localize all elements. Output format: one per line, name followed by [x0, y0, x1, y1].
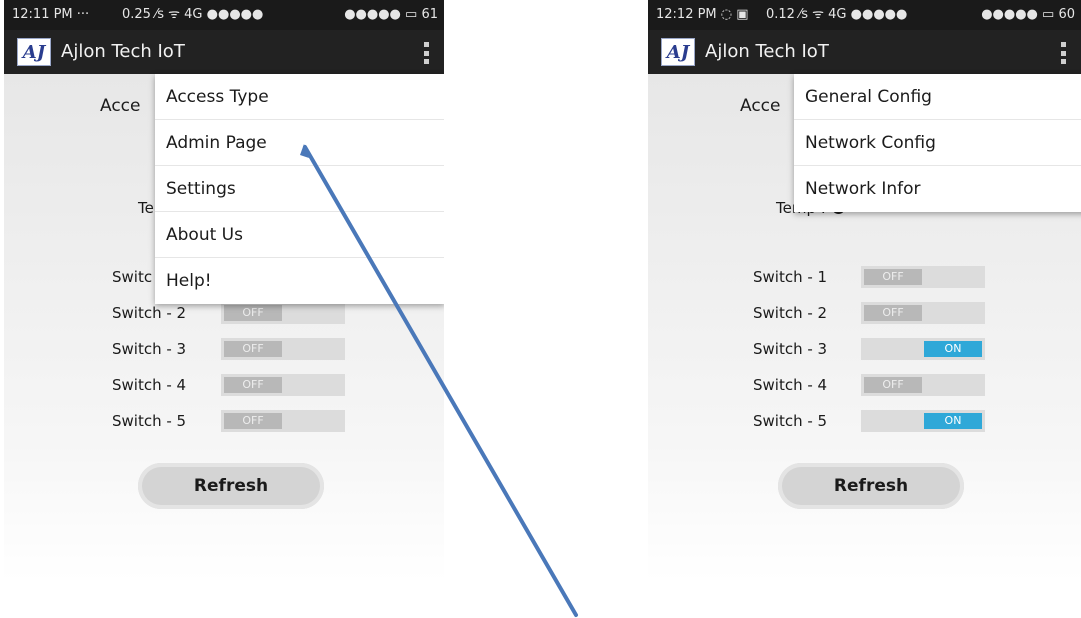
- arrow-connector: [300, 144, 578, 617]
- arrow-line: [303, 145, 578, 617]
